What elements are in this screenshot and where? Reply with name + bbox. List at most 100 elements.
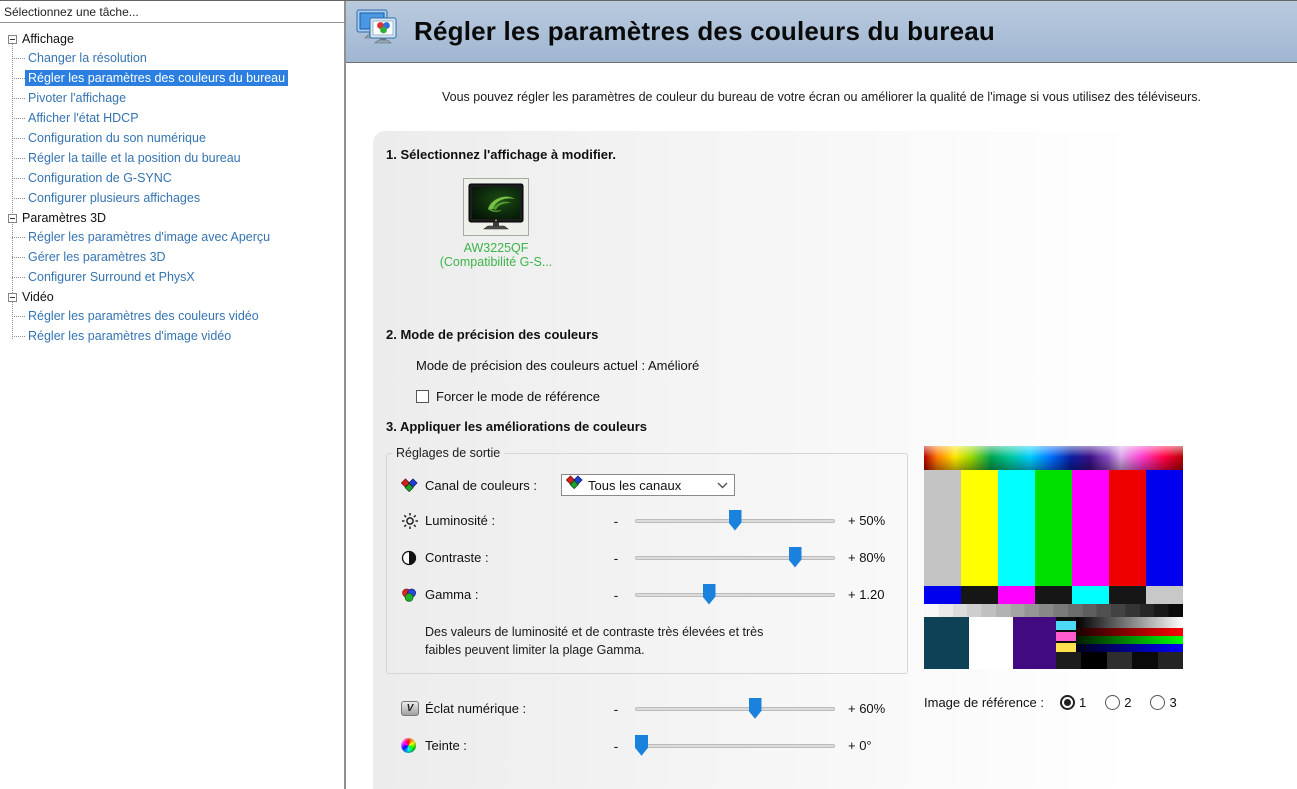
radio-icon[interactable] <box>1059 695 1075 710</box>
reference-image-label: Image de référence : <box>924 695 1044 710</box>
reference-image-radios: 1 2 3 <box>1052 695 1186 710</box>
white-block <box>969 617 1013 669</box>
contrast-slider-track[interactable] <box>635 555 835 560</box>
tree-link[interactable]: Changer la résolution <box>25 50 150 66</box>
hue-label: Teinte : <box>425 738 467 754</box>
tree-link[interactable]: Configurer plusieurs affichages <box>25 190 203 206</box>
display-monitor-icon[interactable] <box>463 178 529 236</box>
pattern-bottom <box>924 617 1184 669</box>
nvidia-control-panel-window: Sélectionnez une tâche... Affichage Chang… <box>0 0 1297 789</box>
output-settings-legend: Réglages de sortie <box>396 446 501 460</box>
rgb-gradient-bands <box>1076 617 1183 652</box>
hue-slider-thumb[interactable] <box>635 734 648 756</box>
color-channel-select-icon <box>565 475 583 495</box>
output-settings-group: Réglages de sortie Canal de couleurs : T… <box>386 446 908 675</box>
tree-item: Configurer plusieurs affichages <box>0 188 344 208</box>
dark-gray-blocks <box>1056 652 1184 669</box>
contrast-value: + 80% <box>848 550 886 565</box>
digital-vibrance-icon: V <box>401 701 425 717</box>
display-tile[interactable]: AW3225QF (Compatibilité G-S... <box>416 178 576 269</box>
tree-link[interactable]: Configuration de G-SYNC <box>25 170 175 186</box>
settings-panel: 1. Sélectionnez l'affichage à modifier. <box>373 131 1297 789</box>
tree-tick <box>12 97 25 99</box>
tree-link[interactable]: Régler les paramètres des couleurs vidéo <box>25 308 262 324</box>
collapse-icon[interactable] <box>8 292 17 302</box>
brightness-slider-thumb[interactable] <box>728 509 742 531</box>
tree-tick <box>12 177 25 179</box>
radio-label: 2 <box>1124 695 1132 710</box>
tree-tick <box>12 315 25 317</box>
tree-group-label: Paramètres 3D <box>22 211 107 225</box>
right-column: Image de référence : 1 2 3 <box>924 446 1186 710</box>
page-description-row: Vous pouvez régler les paramètres de cou… <box>346 63 1297 131</box>
tree-link[interactable]: Configuration du son numérique <box>25 130 209 146</box>
reference-option-1[interactable]: 1 <box>1059 695 1095 710</box>
tree-tick <box>12 335 25 337</box>
page-title: Régler les paramètres des couleurs du bu… <box>414 16 996 46</box>
tree-link[interactable]: Régler les paramètres des couleurs du bu… <box>25 70 289 86</box>
color-test-pattern <box>924 446 1184 669</box>
tree-link[interactable]: Afficher l'état HDCP <box>25 110 142 126</box>
reference-option-3[interactable]: 3 <box>1150 695 1185 710</box>
tree-tick <box>12 117 25 119</box>
brightness-label: Luminosité : <box>425 513 496 528</box>
page-header: Régler les paramètres des couleurs du bu… <box>346 1 1297 63</box>
main-area: Régler les paramètres des couleurs du bu… <box>346 1 1297 789</box>
tree-link[interactable]: Configurer Surround et PhysX <box>25 269 198 285</box>
brightness-icon <box>401 512 425 530</box>
gamma-icon <box>401 587 425 603</box>
step3-heading: 3. Appliquer les améliorations de couleu… <box>386 419 648 434</box>
color-channel-value: Tous les canaux <box>588 477 682 493</box>
radio-label: 3 <box>1169 695 1177 710</box>
vibrance-slider-thumb[interactable] <box>748 697 762 719</box>
radio-icon[interactable] <box>1105 695 1121 710</box>
force-reference-mode-label: Forcer le mode de référence <box>436 389 601 404</box>
tree-item: Configuration de G-SYNC <box>0 168 344 188</box>
radio-icon[interactable] <box>1150 695 1166 710</box>
force-reference-mode-row[interactable]: Forcer le mode de référence <box>416 389 1297 404</box>
gamma-slider-row: Gamma : - + 1.20 <box>387 576 907 613</box>
reference-option-2[interactable]: 2 <box>1105 695 1140 710</box>
tree-link[interactable]: Gérer les paramètres 3D <box>25 249 169 265</box>
collapse-icon[interactable] <box>8 34 17 44</box>
color-channel-icon <box>401 477 425 493</box>
tree-item: Configurer Surround et PhysX <box>0 267 344 287</box>
tree-tick <box>12 157 25 159</box>
tree-link[interactable]: Régler les paramètres d'image vidéo <box>25 328 234 344</box>
tree-item: Configuration du son numérique <box>0 128 344 148</box>
cmy-swatches <box>1056 621 1076 652</box>
force-reference-mode-checkbox[interactable] <box>416 390 429 403</box>
tree-item: Pivoter l'affichage <box>0 88 344 108</box>
tree-link[interactable]: Pivoter l'affichage <box>25 90 129 106</box>
teal-block <box>924 617 969 669</box>
tree-tick <box>12 236 25 238</box>
tree-tick <box>12 77 25 79</box>
hue-slider-row: Teinte : - + 0° <box>386 727 1297 764</box>
tree-item: Changer la résolution <box>0 48 344 68</box>
display-subname: (Compatibilité G-S... <box>439 255 553 269</box>
hue-slider-track[interactable] <box>635 743 835 748</box>
gamma-slider-track[interactable] <box>635 592 835 597</box>
mini-bars <box>924 586 1183 604</box>
gamma-slider-thumb[interactable] <box>702 583 716 605</box>
page-description: Vous pouvez régler les paramètres de cou… <box>441 90 1202 104</box>
task-pane-header: Sélectionnez une tâche... <box>0 1 344 22</box>
color-channel-label: Canal de couleurs : <box>425 477 538 493</box>
contrast-label: Contraste : <box>425 550 489 565</box>
radio-label: 1 <box>1078 695 1087 710</box>
task-tree: Affichage Changer la résolution Régler les… <box>0 22 344 789</box>
step3-body: Réglages de sortie Canal de couleurs : T… <box>386 446 1297 764</box>
collapse-icon[interactable] <box>8 213 17 223</box>
tree-link[interactable]: Régler la taille et la position du burea… <box>25 150 244 166</box>
vibrance-slider-track[interactable] <box>635 706 835 711</box>
reference-image-row: Image de référence : 1 2 3 <box>924 695 1186 710</box>
tree-item: Afficher l'état HDCP <box>0 108 344 128</box>
hue-value: + 0° <box>848 738 872 754</box>
gamma-minus: - <box>613 586 619 603</box>
contrast-minus: - <box>613 549 619 566</box>
tree-group: Vidéo <box>0 290 344 304</box>
contrast-slider-thumb[interactable] <box>788 546 802 568</box>
task-sidebar: Sélectionnez une tâche... Affichage Chang… <box>0 1 346 789</box>
color-channel-select[interactable]: Tous les canaux <box>561 474 735 496</box>
tree-link[interactable]: Régler les paramètres d'image avec Aperç… <box>25 229 273 245</box>
